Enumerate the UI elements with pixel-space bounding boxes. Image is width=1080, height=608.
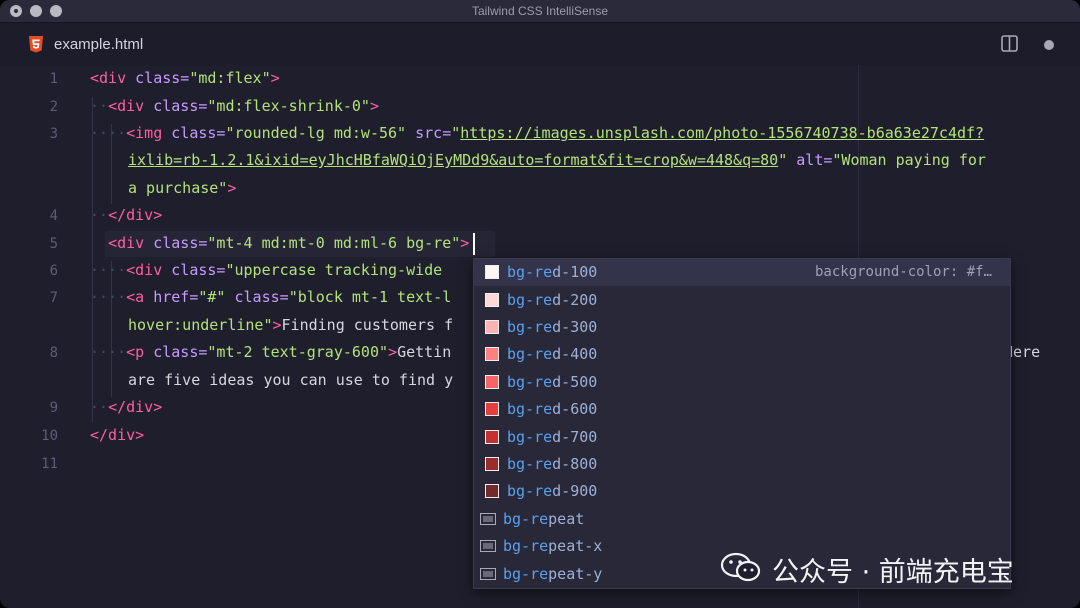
suggestion-bg-red-200[interactable]: bg-red-200 [474, 287, 1010, 314]
suggestion-label: bg-red-600 [507, 400, 598, 418]
suggestion-bg-red-300[interactable]: bg-red-300 [474, 314, 1010, 341]
color-swatch [485, 293, 499, 307]
autocomplete-popup: bg-red-100 background-color: #f… bg-red-… [473, 258, 1011, 589]
suggestion-bg-red-800[interactable]: bg-red-800 [474, 451, 1010, 478]
suggestion-label: bg-red-800 [507, 455, 598, 473]
code-line: ····<p class="mt-2 text-gray-600">Gettin [90, 343, 452, 361]
suggestion-bg-red-500[interactable]: bg-red-500 [474, 369, 1010, 396]
color-swatch [485, 265, 499, 279]
code-line: ··</div> [90, 398, 163, 416]
image-url-link[interactable]: https://images.unsplash.com/photo-155674… [460, 124, 984, 142]
text-cursor [473, 233, 475, 255]
suggestion-label: bg-red-200 [507, 291, 598, 309]
color-swatch [485, 484, 499, 498]
line-number: 4 [49, 208, 58, 224]
line-number: 11 [41, 456, 58, 472]
enum-value-icon [480, 540, 496, 552]
suggestion-bg-repeat[interactable]: bg-repeat [474, 506, 1010, 533]
color-swatch [485, 430, 499, 444]
color-swatch [485, 320, 499, 334]
window-title: Tailwind CSS IntelliSense [471, 4, 609, 18]
code-line: </div> [90, 426, 145, 444]
code-line: ····<div class="uppercase tracking-wide [90, 261, 443, 279]
suggestion-bg-red-100[interactable]: bg-red-100 background-color: #f… [474, 259, 1010, 286]
code-line: ····<img class="rounded-lg md:w-56" src=… [90, 124, 985, 142]
code-line: ··</div> [90, 206, 163, 224]
code-line-active: <div class="mt-4 md:mt-0 md:ml-6 bg-re"> [108, 234, 470, 252]
code-line-wrap: ixlib=rb-1.2.1&ixid=eyJhcHBfaWQiOjEyMDd9… [128, 151, 986, 169]
line-number: 2 [49, 99, 58, 115]
line-number: 10 [41, 428, 58, 444]
suggestion-bg-red-600[interactable]: bg-red-600 [474, 396, 1010, 423]
color-swatch [485, 402, 499, 416]
suggestion-bg-red-900[interactable]: bg-red-900 [474, 478, 1010, 505]
suggestion-label: bg-red-500 [507, 373, 598, 391]
code-line-wrap: are five ideas you can use to find y [128, 371, 454, 389]
suggestion-label: bg-red-100 [507, 263, 598, 281]
unsaved-dot-icon[interactable] [1044, 40, 1054, 50]
line-number: 9 [49, 400, 58, 416]
indent-guide [111, 261, 112, 397]
line-number: 6 [49, 263, 58, 279]
editor-window: Tailwind CSS IntelliSense example.html 1… [0, 0, 1080, 608]
suggestion-bg-red-400[interactable]: bg-red-400 [474, 341, 1010, 368]
enum-value-icon [480, 568, 496, 580]
suggestion-label: bg-repeat-y [503, 565, 603, 583]
line-number: 5 [49, 236, 58, 252]
split-editor-icon[interactable] [1001, 35, 1018, 52]
line-number: 7 [49, 290, 58, 306]
title-bar: Tailwind CSS IntelliSense [0, 0, 1080, 23]
image-url-link[interactable]: ixlib=rb-1.2.1&ixid=eyJhcHBfaWQiOjEyMDd9… [128, 151, 778, 169]
wechat-icon [720, 552, 761, 582]
tab-bar: example.html [0, 23, 1080, 65]
color-swatch [485, 347, 499, 361]
code-line-wrap: a purchase"> [128, 179, 237, 197]
suggestion-bg-red-700[interactable]: bg-red-700 [474, 424, 1010, 451]
color-swatch [485, 375, 499, 389]
enum-value-icon [480, 513, 496, 525]
suggestion-detail: background-color: #f… [814, 264, 992, 280]
code-line-wrap: hover:underline">Finding customers f [128, 316, 454, 334]
suggestion-label: bg-red-300 [507, 318, 598, 336]
line-number: 8 [49, 345, 58, 361]
watermark-text: 公众号 · 前端充电宝 [772, 557, 1014, 588]
suggestion-label: bg-red-900 [507, 482, 598, 500]
suggestion-label: bg-repeat [503, 510, 585, 528]
code-line: ··<div class="md:flex-shrink-0"> [90, 97, 379, 115]
suggestion-label: bg-red-700 [507, 428, 598, 446]
suggestion-label: bg-repeat-x [503, 537, 603, 555]
line-number: 3 [49, 126, 58, 142]
html5-icon [29, 36, 43, 53]
code-line: <div class="md:flex"> [90, 69, 280, 87]
suggestion-label: bg-red-400 [507, 345, 598, 363]
indent-guide [92, 97, 93, 422]
line-number: 1 [49, 71, 58, 87]
code-line: ····<a href="#" class="block mt-1 text-l [90, 288, 452, 306]
color-swatch [485, 457, 499, 471]
tab-example-html[interactable]: example.html [54, 36, 143, 53]
